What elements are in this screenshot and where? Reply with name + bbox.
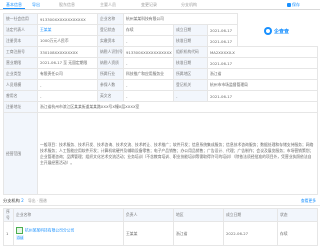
tab-branches[interactable]: 分支机构 (176, 1, 202, 9)
label-company-name: 企业名称 (97, 13, 124, 25)
cell-region: 浙江省 (173, 221, 224, 246)
label-company-type: 企业类型 (3, 68, 38, 80)
label-status: 登记状态 (97, 24, 124, 36)
info-row: 曾用名 - 英文名 - - 2021-06-17 (3, 90, 319, 102)
value-business-scope: 一般项目：技术服务、技术开发、技术咨询、技术交流、技术转让、技术推广；软件开发；… (36, 112, 319, 195)
value-reg-address: 浙江省杭州市滨江区某某街道某某路XXX号X幢X层XXXX室 (36, 101, 319, 113)
value-est-date: 2021-06-17 (206, 24, 239, 36)
value-reg-number: 330108XXXXXXXXX (37, 46, 98, 58)
qcc-logo-text: 企查查 (273, 28, 289, 35)
label-est-date: 成立日期 (173, 24, 208, 36)
value-legal-rep[interactable]: 王某某 (37, 24, 98, 36)
value-taxpayer-id: 913300XXXXXXXXXXXX (123, 46, 174, 58)
table-row: 1 杭州某某科技有限公司分公司 存续 王某某 浙江省 2022-06-27 存续 (3, 221, 318, 246)
value-business-term: 2021-06-17 至 无固定期限 (37, 57, 98, 69)
value-taxpayer-qual: - (123, 57, 174, 69)
header-name: 企业名称 (13, 208, 124, 222)
value-extra-date: 2021-06-17 (206, 90, 319, 102)
value-english-name: - (123, 90, 174, 102)
value-company-name: 杭州某某科技有限公司 (122, 13, 239, 25)
label-region: 所属地区 (173, 68, 208, 80)
label-reg-address: 注册地址 (3, 101, 38, 113)
value-staff-size: - (37, 79, 98, 91)
label-approval-date-2: 核准日期 (173, 57, 208, 69)
value-credit-code: 913300XXXXXXXXXXXX (37, 13, 98, 25)
value-approval-date-2: 2021-06-17 (206, 57, 319, 69)
label-approval-date: 核准日期 (173, 35, 208, 47)
save-label: 保存 (292, 2, 300, 7)
label-reg-capital: 注册资本 (3, 35, 38, 47)
tab-basic-info[interactable]: 基本信息 (3, 1, 25, 9)
view-more-link[interactable]: 查看更多 (301, 198, 316, 204)
label-taxpayer-qual: 纳税人资质 (97, 57, 124, 69)
label-reg-number: 工商注册号 (3, 46, 38, 58)
label-credit-code: 统一社会信用 (3, 13, 38, 25)
value-paid-capital: - (123, 35, 174, 47)
value-reg-capital: 1000万元人民币 (37, 35, 98, 47)
header-status: 状态 (277, 208, 318, 222)
branch-count: 2 (21, 198, 24, 203)
value-status: 存续 (123, 24, 174, 36)
label-business-term: 营业期限 (3, 57, 38, 69)
cell-leader: 王某某 (123, 221, 174, 246)
label-taxpayer-id: 纳税人识别号 (97, 46, 124, 58)
branch-header-row: 序号 企业名称 负责人 地区 成立日期 状态 (3, 208, 318, 222)
label-insured: 参保人数 (97, 79, 124, 91)
header-index: 序号 (3, 208, 14, 222)
label-extra: - (173, 90, 208, 102)
label-legal-rep: 法定代表人 (3, 24, 38, 36)
branch-section-header: 分支机构 2 导出 · 图谱 查看更多 (0, 196, 320, 206)
branch-name-link[interactable]: 杭州某某科技有限公司分公司 (25, 228, 74, 233)
info-row: 经营范围 一般项目：技术服务、技术开发、技术咨询、技术交流、技术转让、技术推广；… (3, 112, 319, 195)
info-row: 注册地址 浙江省杭州市滨江区某某街道某某路XXX号X幢X层XXXX室 (3, 101, 319, 113)
label-org-code: 组织机构代码 (173, 46, 208, 58)
info-row: 企业类型 有限责任公司 所属行业 科技推广和应用服务业 所属地区 浙江省 (3, 68, 319, 80)
qcc-logo: 企查查 (237, 14, 316, 48)
cell-index: 1 (3, 221, 14, 246)
qcc-logo-icon (263, 27, 272, 35)
label-staff-size: 人员规模 (3, 79, 38, 91)
value-approval-date: 2021-06-17 (206, 35, 239, 47)
save-button[interactable]: 保存 (287, 2, 300, 8)
save-icon (287, 3, 291, 7)
branch-section-title: 分支机构 2 (3, 198, 24, 204)
label-former-name: 曾用名 (3, 90, 38, 102)
tab-action-export[interactable]: 导出 (26, 1, 46, 9)
value-former-name: - (37, 90, 98, 102)
status-badge: 存续 (16, 235, 25, 240)
info-row: 人员规模 - 参保人数 - 登记机关 杭州市市场监督管理局 (3, 79, 319, 91)
cell-status: 存续 (277, 221, 318, 246)
branch-title-text: 分支机构 (3, 198, 20, 203)
header-date: 成立日期 (223, 208, 278, 222)
value-org-code: MA2XXXXX-X (206, 46, 319, 58)
info-row: 工商注册号 330108XXXXXXXXX 纳税人识别号 913300XXXXX… (3, 46, 319, 58)
label-business-scope: 经营范围 (3, 112, 38, 195)
label-reg-authority: 登记机关 (173, 79, 208, 91)
value-industry: 科技推广和应用服务业 (123, 68, 174, 80)
value-region: 浙江省 (206, 68, 319, 80)
value-company-type: 有限责任公司 (37, 68, 98, 80)
cell-date: 2022-06-27 (223, 221, 278, 246)
label-industry: 所属行业 (97, 68, 124, 80)
tab-bar: 基本信息 导出 股东信息 主要人员 变更记录 分支机构 保存 (0, 0, 320, 10)
branch-actions[interactable]: 导出 · 图谱 (28, 198, 47, 204)
value-reg-authority: 杭州市市场监督管理局 (206, 79, 319, 91)
tab-key-personnel[interactable]: 主要人员 (95, 1, 121, 9)
header-leader: 负责人 (123, 208, 174, 222)
tab-shareholders[interactable]: 股东信息 (54, 1, 80, 9)
tab-change-records[interactable]: 变更记录 (136, 1, 162, 9)
label-paid-capital: 实缴资本 (97, 35, 124, 47)
branch-logo (16, 227, 23, 234)
info-row: 营业期限 2021-06-17 至 无固定期限 纳税人资质 - 核准日期 202… (3, 57, 319, 69)
label-english-name: 英文名 (97, 90, 124, 102)
cell-name: 杭州某某科技有限公司分公司 存续 (13, 221, 124, 246)
header-region: 地区 (173, 208, 224, 222)
branch-table: 序号 企业名称 负责人 地区 成立日期 状态 1 杭州某某科技有限公司分公司 存… (3, 208, 318, 246)
value-insured: - (123, 79, 174, 91)
